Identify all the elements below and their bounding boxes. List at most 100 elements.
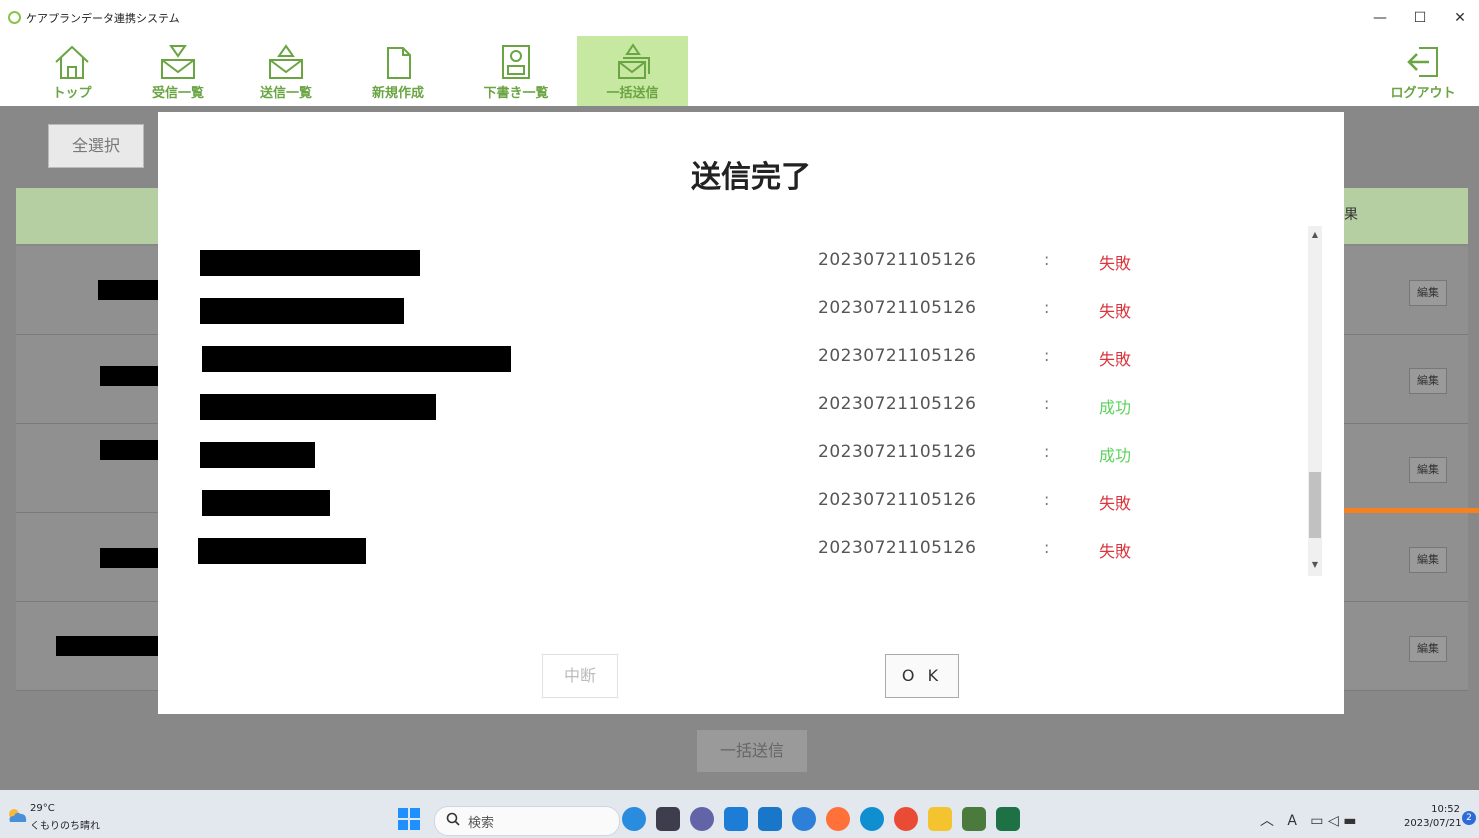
dialog-title: 送信完了 xyxy=(691,160,811,195)
redacted-name xyxy=(100,440,158,460)
close-button[interactable]: ✕ xyxy=(1440,4,1479,32)
logout-label: ログアウト xyxy=(1390,86,1456,101)
scroll-down-icon[interactable]: ▼ xyxy=(1308,560,1322,569)
row-timestamp: 20230721105126 xyxy=(818,250,977,270)
logout-icon xyxy=(1407,47,1438,77)
help-icon[interactable] xyxy=(792,807,816,831)
redacted-recipient xyxy=(200,250,420,276)
row-timestamp: 20230721105126 xyxy=(818,298,977,318)
chevron-up-icon[interactable]: ︿ xyxy=(1260,813,1274,829)
table-header-result: 果 xyxy=(1344,207,1358,223)
edit-button[interactable]: 編集 xyxy=(1409,280,1447,306)
weather-cloud-icon[interactable] xyxy=(6,806,28,824)
firefox-icon[interactable] xyxy=(826,807,850,831)
select-all-button[interactable]: 全選択 xyxy=(48,124,144,168)
list-item: 20230721105126 : 失敗 xyxy=(158,530,1308,578)
toolbar-label-top: トップ xyxy=(52,86,92,101)
toolbar-new-button[interactable]: 新規作成 xyxy=(348,36,448,106)
toolbar-label-inbox: 受信一覧 xyxy=(151,86,204,101)
bulk-send-icon xyxy=(617,43,650,79)
clock-date[interactable]: 2023/07/21 xyxy=(1404,818,1462,829)
toolbar-drafts-button[interactable]: 下書き一覧 xyxy=(466,36,566,106)
clock-time[interactable]: 10:52 xyxy=(1408,804,1460,815)
list-item: 20230721105126 : 成功 xyxy=(158,386,1308,434)
list-item: 20230721105126 : 失敗 xyxy=(158,338,1308,386)
maximize-button[interactable]: ☐ xyxy=(1400,4,1440,32)
edge-icon[interactable] xyxy=(860,807,884,831)
toolbar-bulk-send-button[interactable]: 一括送信 xyxy=(577,36,688,106)
edit-button[interactable]: 編集 xyxy=(1409,636,1447,662)
taskbar-search-input[interactable] xyxy=(434,806,620,836)
edit-button[interactable]: 編集 xyxy=(1409,547,1447,573)
row-result-status: 成功 xyxy=(1099,446,1132,465)
row-result-status: 成功 xyxy=(1099,398,1132,417)
windows-start-icon[interactable] xyxy=(398,808,420,830)
list-item: 20230721105126 : 失敗 xyxy=(158,482,1308,530)
drafts-icon xyxy=(502,45,530,79)
list-item: 20230721105126 : 失敗 xyxy=(158,290,1308,338)
redacted-recipient xyxy=(202,346,511,372)
redacted-name xyxy=(98,280,158,300)
task-view-icon[interactable] xyxy=(656,807,680,831)
file-explorer-icon[interactable] xyxy=(928,807,952,831)
toolbar-top-button[interactable]: トップ xyxy=(22,36,122,106)
system-tray[interactable]: ︿ A ▭ ◁ ▬ xyxy=(1260,810,1356,830)
toolbar-label-outbox: 送信一覧 xyxy=(259,86,312,101)
redacted-name xyxy=(100,548,158,568)
annotation-arrow-line xyxy=(1322,508,1479,513)
row-separator: : xyxy=(1044,250,1050,269)
row-result-status: 失敗 xyxy=(1099,254,1132,273)
ime-indicator[interactable]: A xyxy=(1287,813,1297,829)
row-separator: : xyxy=(1044,298,1050,317)
weather-description: くもりのち晴れ xyxy=(30,821,100,832)
edit-button[interactable]: 編集 xyxy=(1409,368,1447,394)
network-icon[interactable]: ▭ xyxy=(1310,813,1323,829)
redacted-recipient xyxy=(200,298,404,324)
redacted-recipient xyxy=(198,538,366,564)
app-icon[interactable] xyxy=(758,807,782,831)
row-result-status: 失敗 xyxy=(1099,542,1132,561)
toolbar-label-drafts: 下書き一覧 xyxy=(483,86,549,101)
store-icon[interactable] xyxy=(724,807,748,831)
scroll-thumb[interactable] xyxy=(1309,472,1321,538)
minimize-button[interactable]: — xyxy=(1360,4,1400,32)
result-list: 20230721105126 : 失敗 20230721105126 : 失敗 … xyxy=(158,232,1308,572)
chrome-icon[interactable] xyxy=(894,807,918,831)
row-timestamp: 20230721105126 xyxy=(818,442,977,462)
list-item: 20230721105126 : 成功 xyxy=(158,434,1308,482)
row-timestamp: 20230721105126 xyxy=(818,538,977,558)
redacted-name xyxy=(56,636,158,656)
redacted-recipient xyxy=(202,490,330,516)
home-icon xyxy=(55,45,89,79)
search-placeholder: 検索 xyxy=(468,816,495,831)
bulk-send-button[interactable]: 一括送信 xyxy=(696,729,808,773)
notification-badge[interactable]: 2 xyxy=(1462,811,1476,825)
toolbar-outbox-button[interactable]: 送信一覧 xyxy=(236,36,336,106)
row-result-status: 失敗 xyxy=(1099,302,1132,321)
ok-button[interactable]: O K xyxy=(885,654,959,698)
volume-icon[interactable]: ◁ xyxy=(1328,813,1339,829)
new-document-icon xyxy=(387,47,411,79)
bing-icon[interactable] xyxy=(622,807,646,831)
row-timestamp: 20230721105126 xyxy=(818,346,977,366)
careplan-app-icon[interactable] xyxy=(962,807,986,831)
toolbar-inbox-button[interactable]: 受信一覧 xyxy=(128,36,228,106)
edit-button[interactable]: 編集 xyxy=(1409,457,1447,483)
row-separator: : xyxy=(1044,442,1050,461)
teams-chat-icon[interactable] xyxy=(690,807,714,831)
row-result-status: 失敗 xyxy=(1099,350,1132,369)
redacted-recipient xyxy=(200,442,315,468)
row-separator: : xyxy=(1044,538,1050,557)
toolbar-label-bulk-send: 一括送信 xyxy=(606,86,659,101)
scroll-up-icon[interactable]: ▲ xyxy=(1308,230,1322,239)
send-complete-dialog: 送信完了 20230721105126 : 失敗 20230721105126 … xyxy=(158,112,1344,714)
row-separator: : xyxy=(1044,394,1050,413)
row-timestamp: 20230721105126 xyxy=(818,394,977,414)
stop-button[interactable]: 中断 xyxy=(542,654,618,698)
row-separator: : xyxy=(1044,490,1050,509)
logout-button[interactable]: ログアウト xyxy=(1373,36,1473,106)
list-item: 20230721105126 : 失敗 xyxy=(158,242,1308,290)
battery-icon[interactable]: ▬ xyxy=(1343,813,1356,829)
excel-icon[interactable] xyxy=(996,807,1020,831)
weather-temperature: 29°C xyxy=(30,803,55,814)
